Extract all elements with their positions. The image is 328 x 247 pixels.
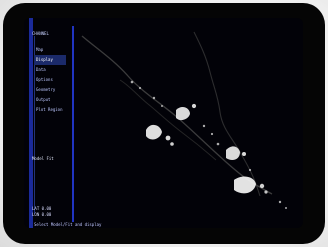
sidebar-item-display[interactable]: Display — [34, 55, 66, 65]
sidebar-item-output[interactable]: Output — [34, 95, 66, 105]
sidebar-item-options[interactable]: Options — [34, 75, 66, 85]
monitor-screen: CHANNEL Map Display Data Options Geometr… — [24, 18, 303, 228]
sidebar-item-geometry[interactable]: Geometry — [34, 85, 66, 95]
sidebar-menu: Map Display Data Options Geometry Output… — [34, 45, 66, 115]
status-badge: Model Fit — [32, 156, 54, 161]
coordinate-readouts: LAT 0.00 LON 0.00 — [32, 206, 66, 218]
sidebar-divider — [72, 26, 74, 222]
photo-frame: CHANNEL Map Display Data Options Geometr… — [0, 0, 328, 247]
coastline-map-icon — [76, 26, 301, 222]
sidebar-item-plot-region[interactable]: Plot Region — [34, 105, 66, 115]
left-dock-bar — [29, 18, 33, 228]
sidebar-item-data[interactable]: Data — [34, 65, 66, 75]
footer-status: Select Model/Fit and display — [34, 222, 102, 227]
sidebar-item-map[interactable]: Map — [34, 45, 66, 55]
map-canvas[interactable] — [76, 26, 301, 222]
readout-2: LON 0.00 — [32, 212, 52, 217]
app-title: CHANNEL — [32, 31, 49, 36]
